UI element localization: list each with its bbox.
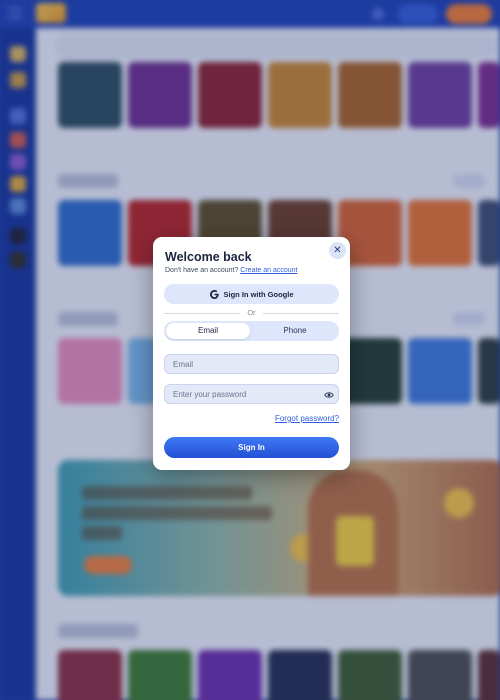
google-button-label: Sign In with Google — [223, 289, 294, 299]
modal-subtitle: Don't have an account? Create an account — [165, 267, 298, 274]
or-divider: Or — [164, 308, 339, 318]
create-account-link[interactable]: Create an account — [240, 267, 297, 274]
tab-email[interactable]: Email — [166, 323, 250, 339]
sign-in-modal: Welcome back ✕ Don't have an account? Cr… — [153, 237, 350, 470]
divider-line — [263, 313, 339, 314]
close-icon[interactable]: ✕ — [329, 242, 346, 259]
show-password-icon[interactable] — [324, 390, 334, 400]
sign-in-button[interactable]: Sign In — [164, 437, 339, 458]
google-icon — [209, 289, 219, 299]
login-method-tabs: Email Phone — [164, 321, 339, 341]
subtitle-text: Don't have an account? — [165, 267, 239, 274]
google-sign-in-button[interactable]: Sign In with Google — [164, 284, 339, 304]
modal-title: Welcome back — [165, 250, 252, 264]
forgot-password-link[interactable]: Forgot password? — [275, 414, 339, 423]
email-field[interactable] — [164, 354, 339, 374]
tab-phone[interactable]: Phone — [253, 323, 337, 339]
password-field[interactable] — [164, 384, 339, 404]
